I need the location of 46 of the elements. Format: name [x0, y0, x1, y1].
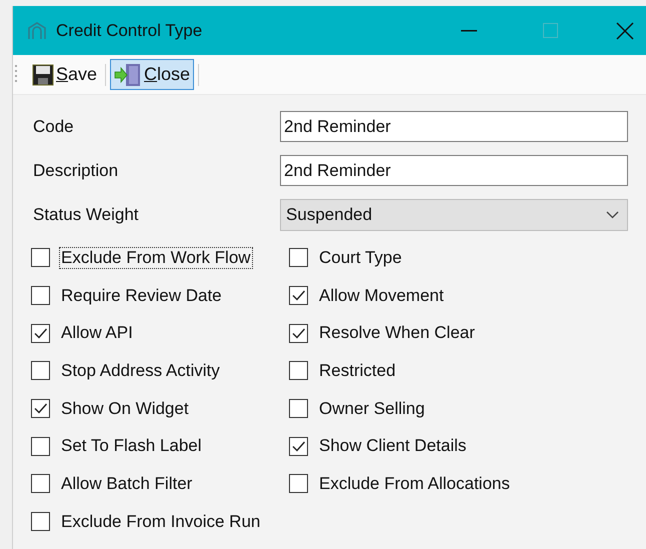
- checkbox-label: Restricted: [318, 360, 397, 382]
- close-icon[interactable]: [616, 22, 634, 40]
- door-exit-icon: [114, 62, 142, 86]
- checkbox[interactable]: [289, 399, 308, 418]
- checkbox[interactable]: [289, 474, 308, 494]
- text-field[interactable]: 2nd Reminder: [280, 155, 628, 186]
- checkbox-label: Exclude From Work Flow: [59, 246, 253, 269]
- checkbox[interactable]: [31, 324, 50, 343]
- minimize-icon[interactable]: [461, 30, 477, 32]
- checkbox-label: Exclude From Allocations: [318, 472, 511, 495]
- status-weight-dropdown[interactable]: Suspended: [280, 199, 628, 231]
- checkbox[interactable]: [289, 361, 308, 380]
- checkbox[interactable]: [31, 248, 50, 268]
- checkbox[interactable]: [289, 324, 308, 343]
- checkbox-label: Owner Selling: [318, 398, 426, 420]
- window-title: Credit Control Type: [56, 20, 202, 42]
- checkbox[interactable]: [31, 361, 50, 380]
- checkbox[interactable]: [289, 248, 308, 268]
- field-label: Description: [32, 160, 120, 182]
- checkbox[interactable]: [31, 474, 50, 494]
- checkbox-label: Set To Flash Label: [60, 435, 202, 458]
- checkbox[interactable]: [31, 436, 50, 456]
- checkbox[interactable]: [31, 286, 50, 306]
- app-icon: [27, 22, 47, 40]
- checkbox-label: Allow Movement: [318, 284, 445, 307]
- checkbox-label: Court Type: [318, 246, 403, 269]
- checkbox[interactable]: [31, 512, 50, 532]
- field-label: Status Weight: [32, 204, 140, 226]
- field-label: Code: [32, 116, 75, 138]
- checkbox-label: Require Review Date: [60, 284, 223, 307]
- checkbox[interactable]: [289, 286, 308, 306]
- checkbox-label: Show Client Details: [318, 435, 468, 458]
- checkbox-label: Show On Widget: [60, 398, 190, 420]
- checkbox-label: Stop Address Activity: [60, 360, 221, 382]
- save-button[interactable]: Save: [28, 59, 102, 90]
- checkbox[interactable]: [289, 436, 308, 456]
- checkbox-label: Resolve When Clear: [318, 322, 476, 344]
- checkbox[interactable]: [31, 399, 50, 418]
- maximize-icon: [543, 23, 558, 38]
- floppy-disk-icon: [32, 64, 54, 86]
- close-button[interactable]: Close: [110, 59, 194, 90]
- checkbox-label: Exclude From Invoice Run: [60, 510, 262, 533]
- checkbox-label: Allow Batch Filter: [60, 472, 194, 495]
- chevron-down-icon: [606, 211, 619, 219]
- text-field[interactable]: 2nd Reminder: [280, 111, 628, 142]
- checkbox-label: Allow API: [60, 322, 134, 344]
